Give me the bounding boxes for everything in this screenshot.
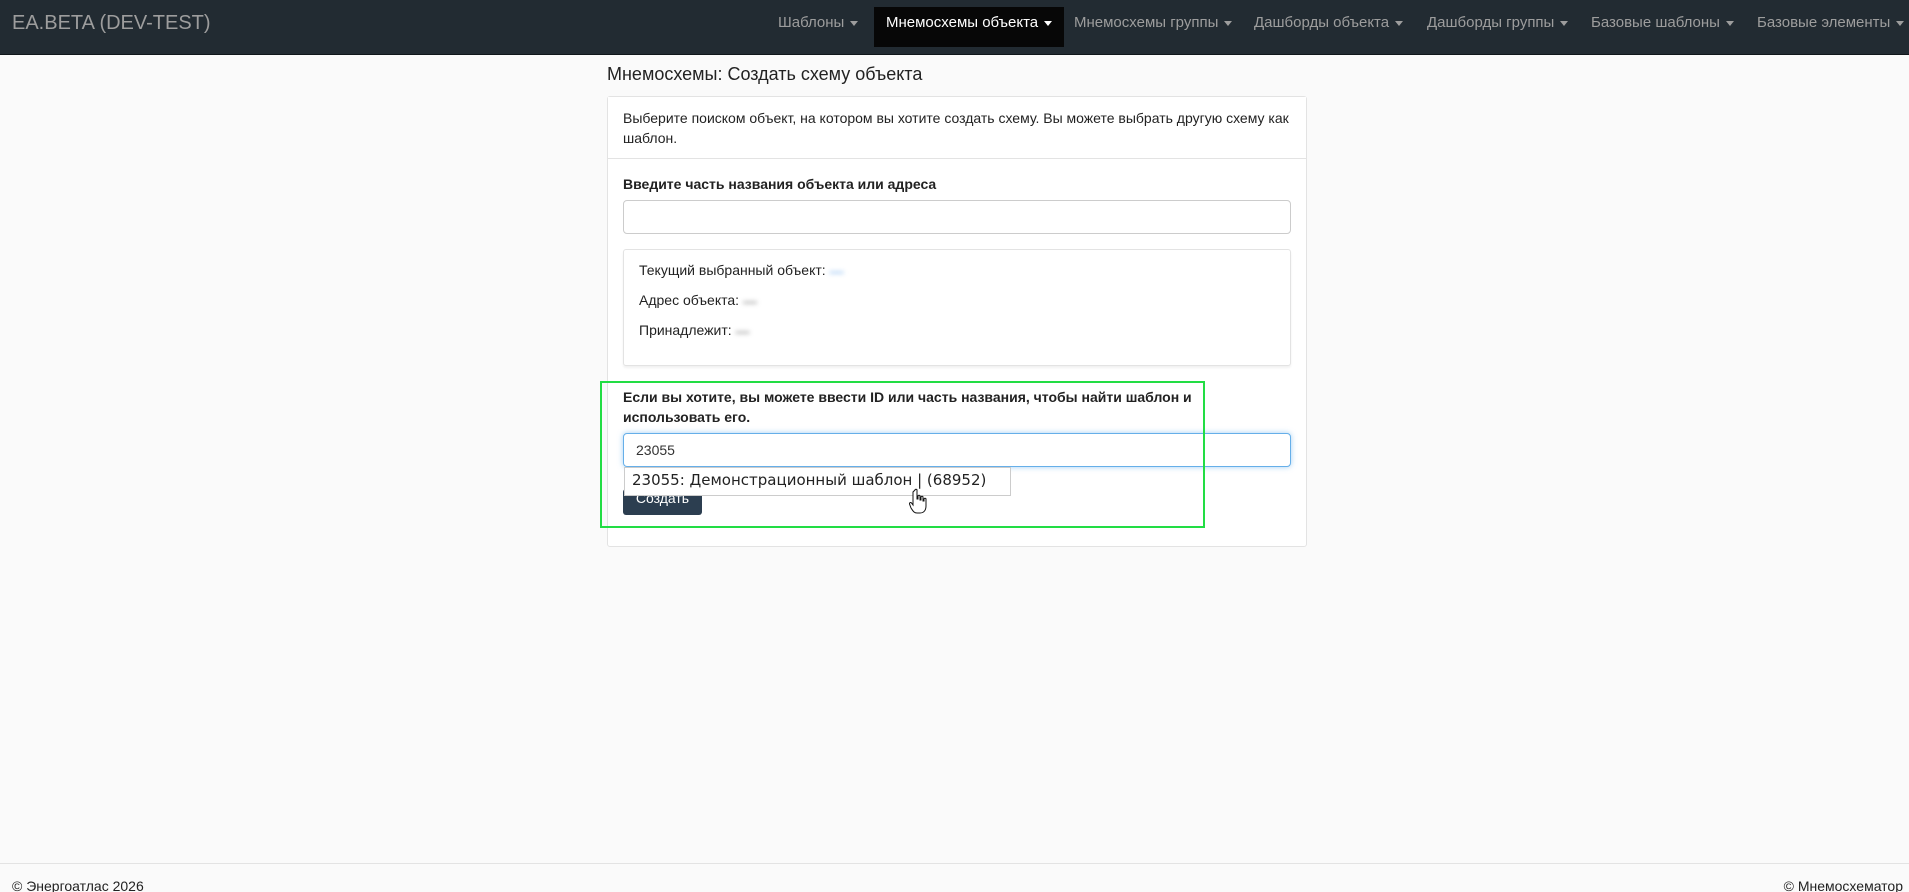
nav-label: Базовые шаблоны: [1591, 14, 1720, 31]
highlight-frame: [600, 381, 1205, 528]
caret-down-icon: [1224, 20, 1233, 26]
footer-copyright: © Энергоатлас 2026: [12, 878, 144, 892]
selected-object-info: Текущий выбранный объект: — Адрес объект…: [623, 249, 1291, 366]
nav-object-dashboards[interactable]: Дашборды объекта: [1242, 7, 1415, 47]
object-address-row: Адрес объекта: —: [639, 292, 757, 309]
footer-product: © Мнемосхематор: [1783, 878, 1903, 892]
caret-down-icon: [1044, 20, 1053, 26]
object-owner-value: —: [735, 323, 750, 340]
object-address-value: —: [742, 293, 757, 310]
nav-templates[interactable]: Шаблоны: [766, 7, 870, 47]
caret-down-icon: [1725, 20, 1734, 26]
caret-down-icon: [1395, 20, 1404, 26]
current-object-row: Текущий выбранный объект: —: [639, 262, 844, 279]
object-owner-row: Принадлежит: —: [639, 322, 750, 339]
current-object-label: Текущий выбранный объект:: [639, 262, 826, 278]
nav-base-templates[interactable]: Базовые шаблоны: [1579, 7, 1746, 47]
nav-label: Дашборды объекта: [1254, 14, 1390, 31]
brand-logo[interactable]: EA.BETA (DEV-TEST): [12, 12, 211, 35]
footer: © Энергоатлас 2026 © Мнемосхематор: [0, 863, 1909, 892]
nav-label: Базовые элементы: [1757, 14, 1891, 31]
hand-cursor-icon: [909, 488, 927, 514]
top-navbar: EA.BETA (DEV-TEST) Шаблоны Мнемосхемы об…: [0, 0, 1909, 55]
nav-object-mnemonics[interactable]: Мнемосхемы объекта: [874, 7, 1065, 47]
caret-down-icon: [1896, 20, 1905, 26]
nav-group-dashboards[interactable]: Дашборды группы: [1415, 7, 1580, 47]
nav-base-elements[interactable]: Базовые элементы: [1745, 7, 1909, 47]
nav-label: Дашборды группы: [1427, 14, 1555, 31]
nav-label: Мнемосхемы объекта: [886, 14, 1039, 31]
panel-intro: Выберите поиском объект, на котором вы х…: [608, 97, 1306, 159]
caret-down-icon: [850, 20, 859, 26]
current-object-link[interactable]: —: [830, 263, 844, 279]
nav-label: Шаблоны: [778, 14, 845, 31]
nav-label: Мнемосхемы группы: [1074, 14, 1219, 31]
object-owner-label: Принадлежит:: [639, 322, 732, 338]
object-search-input[interactable]: [623, 200, 1291, 234]
nav-group-mnemonics[interactable]: Мнемосхемы группы: [1062, 7, 1244, 47]
object-search-label: Введите часть названия объекта или адрес…: [623, 176, 937, 192]
page-title: Мнемосхемы: Создать схему объекта: [607, 64, 923, 84]
caret-down-icon: [1560, 20, 1569, 26]
object-address-label: Адрес объекта:: [639, 292, 740, 308]
